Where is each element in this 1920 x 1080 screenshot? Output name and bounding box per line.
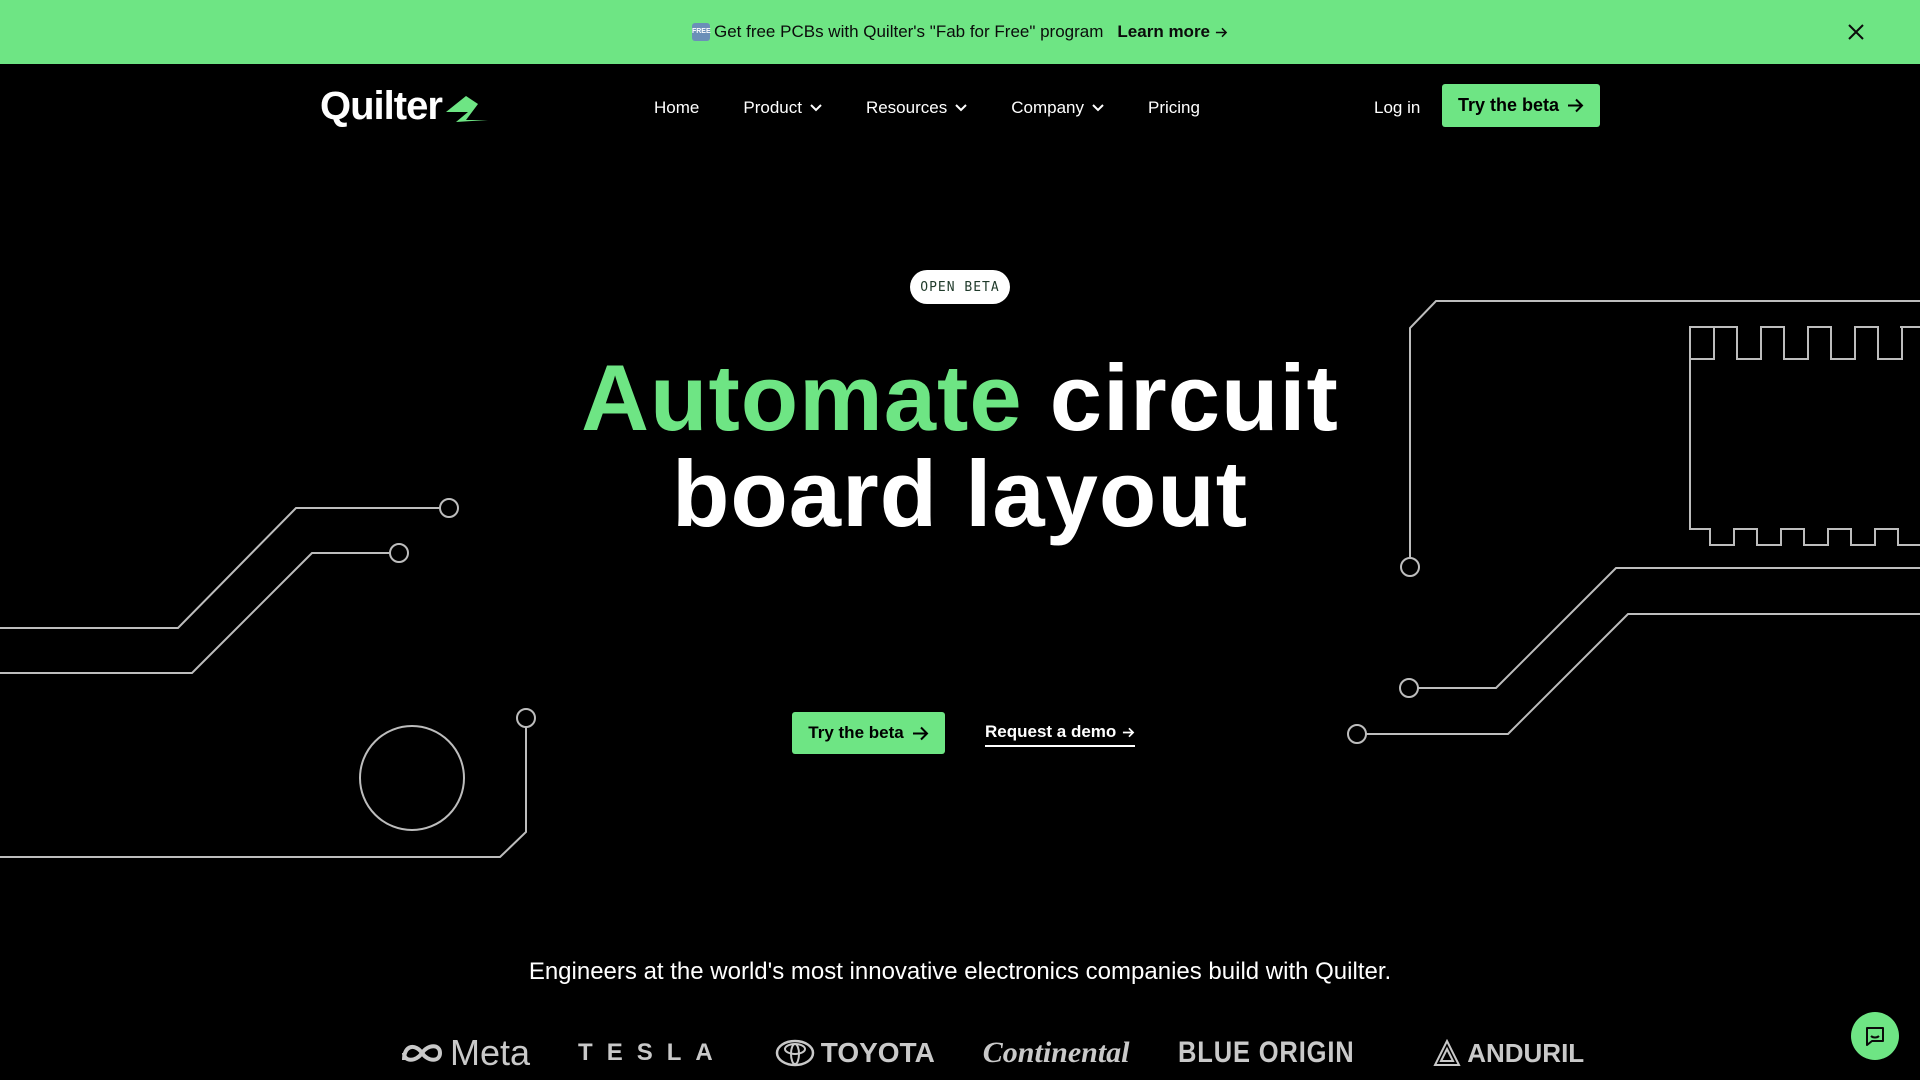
meta-infinity-icon — [402, 1044, 443, 1062]
arrow-right-icon — [1123, 727, 1135, 737]
arrow-right-icon — [912, 726, 929, 740]
nav-item-company[interactable]: Company — [1011, 98, 1104, 118]
free-icon: FREE — [691, 23, 711, 41]
hero-try-beta-button[interactable]: Try the beta — [792, 712, 945, 754]
arrow-right-icon — [1215, 27, 1228, 37]
lightning-icon — [445, 95, 488, 122]
continental-logo: Continental — [983, 1036, 1130, 1070]
nav-item-label: Product — [743, 98, 802, 117]
blue-origin-logo: BLUE ORIGIN — [1178, 1036, 1355, 1070]
hero-title-part1: circuit — [1049, 345, 1339, 450]
request-demo-label: Request a demo — [985, 722, 1117, 741]
arrow-right-icon — [1568, 98, 1584, 113]
anduril-logo: ANDURIL — [1433, 1038, 1584, 1069]
nav-item-label: Pricing — [1147, 98, 1200, 117]
logo-text: Quilter — [320, 84, 443, 128]
chevron-down-icon — [955, 104, 967, 112]
meta-logo: Meta — [400, 1032, 530, 1074]
nav-item-label: Company — [1011, 98, 1084, 117]
chat-launcher-button[interactable] — [1851, 1012, 1899, 1060]
blue-origin-logo-text: BLUE ORIGIN — [1177, 1036, 1355, 1069]
open-beta-badge: OPEN BETA — [910, 270, 1010, 304]
nav-item-label: Home — [654, 98, 700, 117]
try-beta-label: Try the beta — [1457, 95, 1560, 115]
customer-logos: Meta TESLA TOYOTA Continental BLUE ORIGI… — [400, 1030, 1584, 1076]
chevron-down-icon — [810, 104, 822, 112]
nav-item-label: Resources — [865, 98, 948, 117]
main-nav: Quilter Home Product Resources Company P… — [0, 64, 1920, 150]
nav-item-home[interactable]: Home — [654, 98, 699, 118]
close-icon[interactable] — [1844, 20, 1868, 44]
login-link[interactable]: Log in — [1374, 98, 1420, 118]
hero-title-line2: board layout — [671, 441, 1249, 546]
nav-item-product[interactable]: Product — [743, 98, 822, 118]
hero-try-beta-label: Try the beta — [808, 723, 904, 742]
try-beta-button[interactable]: Try the beta — [1442, 84, 1600, 127]
social-proof-tagline: Engineers at the world's most innovative… — [528, 958, 1392, 985]
toyota-emblem-icon — [775, 1039, 814, 1067]
toyota-logo: TOYOTA — [775, 1037, 935, 1069]
learn-more-link[interactable]: Learn more — [1117, 22, 1228, 42]
meta-logo-text: Meta — [450, 1032, 531, 1073]
banner-text: Get free PCBs with Quilter's "Fab for Fr… — [713, 22, 1104, 41]
chevron-down-icon — [1092, 104, 1104, 112]
hero-title: Automate circuit board layout — [460, 350, 1460, 542]
tesla-logo: TESLA — [578, 1039, 727, 1067]
announcement-banner: FREE Get free PCBs with Quilter's "Fab f… — [0, 0, 1920, 64]
request-demo-link[interactable]: Request a demo — [985, 722, 1136, 747]
quilter-logo[interactable]: Quilter — [320, 84, 490, 129]
nav-links: Home Product Resources Company Pricing — [654, 98, 1200, 118]
anduril-logo-text: ANDURIL — [1467, 1037, 1585, 1068]
tesla-logo-text: TESLA — [578, 1039, 727, 1066]
toyota-logo-text: TOYOTA — [820, 1037, 935, 1068]
nav-item-resources[interactable]: Resources — [866, 98, 967, 118]
nav-item-pricing[interactable]: Pricing — [1148, 98, 1200, 118]
anduril-emblem-icon — [1433, 1039, 1461, 1066]
chat-icon — [1866, 1027, 1884, 1046]
hero-title-accent: Automate — [581, 345, 1023, 450]
continental-logo-text: Continental — [982, 1036, 1130, 1069]
learn-more-label: Learn more — [1117, 22, 1211, 41]
